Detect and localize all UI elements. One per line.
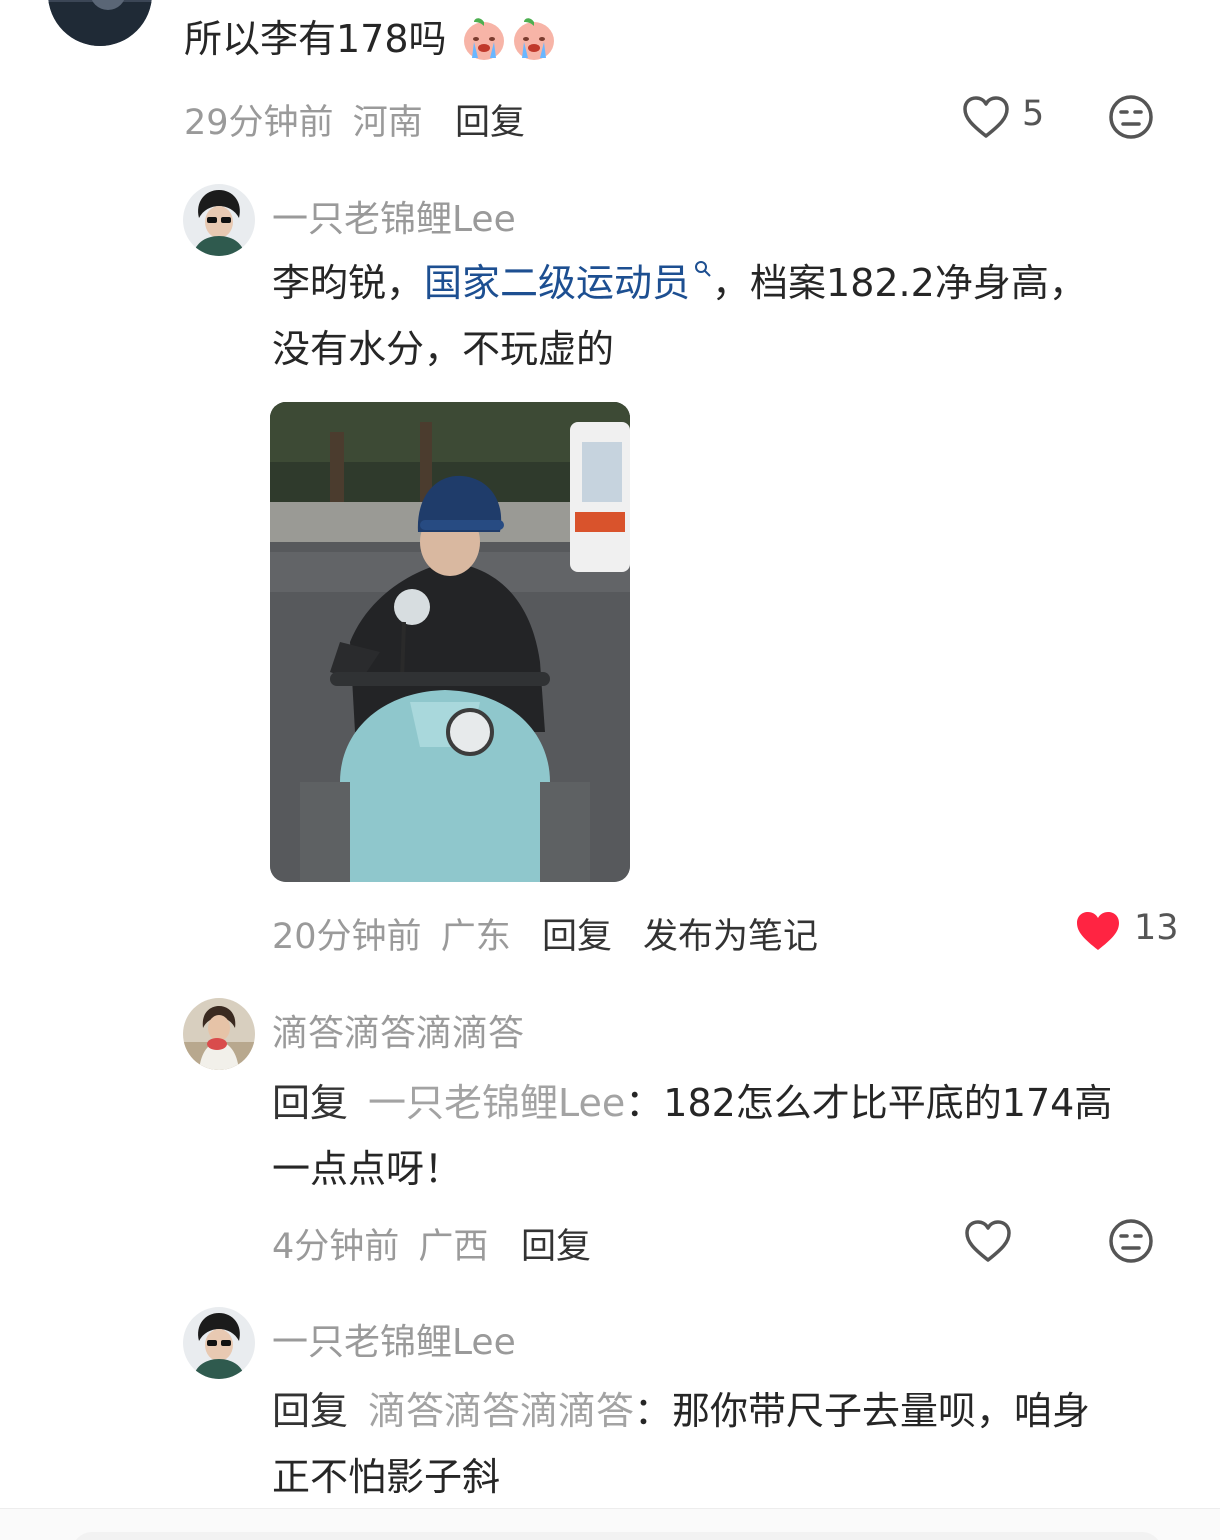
dislike-face-icon[interactable] [1108,94,1154,140]
scooter-photo[interactable] [270,402,630,882]
comment-time: 20分钟前 [272,917,422,957]
reply2-text: 回复 一只老锦鲤Lee：182怎么才比平底的174高 [272,1081,1113,1125]
reply2-avatar[interactable] [183,998,255,1070]
comment-thread: 所以李有178吗 29分钟前 河南 回复 5 一只老锦鲤Lee 李昀锐，国家二级… [0,0,1220,1540]
reply1-avatar[interactable] [183,184,255,256]
publish-as-note-button[interactable]: 发布为笔记 [643,908,818,959]
reply2-username[interactable]: 滴答滴答滴滴答 [272,1004,524,1056]
reply3-text: 回复 滴答滴答滴滴答：那你带尺子去量呗，咱身 [272,1389,1091,1433]
reply1-text: 李昀锐，国家二级运动员 ，档案182.2净身高， [272,261,1087,305]
top-comment-meta: 29分钟前 河南 [184,94,423,145]
reply-button[interactable]: 回复 [455,94,525,145]
search-icon [695,261,711,277]
reply1-text-line2: 没有水分，不玩虚的 [272,327,615,371]
reply2-text-line2: 一点点呀！ [272,1147,463,1191]
crying-peach-emoji-icon [510,14,558,62]
comment-location: 广西 [418,1227,489,1267]
crying-peach-emoji-icon [460,14,508,62]
reply3-text-line2: 正不怕影子斜 [272,1455,501,1499]
like-count: 13 [1134,908,1179,948]
reply-button[interactable]: 回复 [542,908,612,959]
comment-location: 河南 [352,103,423,143]
dislike-face-icon[interactable] [1108,1218,1154,1264]
top-comment-text: 所以李有178吗 [184,17,447,61]
comment-location: 广东 [440,917,511,957]
like-count: 5 [1022,94,1045,134]
comment-time: 4分钟前 [272,1227,400,1267]
reply-target-user[interactable]: 滴答滴答滴滴答 [368,1389,634,1433]
top-commenter-avatar[interactable] [48,0,152,46]
reply-button[interactable]: 回复 [521,1218,591,1269]
heart-filled-icon[interactable] [1074,908,1122,954]
reply-target-user[interactable]: 一只老锦鲤Lee [368,1081,625,1125]
reply3-username[interactable]: 一只老锦鲤Lee [272,1313,516,1365]
reply1-meta: 20分钟前 广东 [272,908,511,959]
search-link[interactable]: 国家二级运动员 [424,261,712,305]
heart-outline-icon[interactable] [964,1218,1012,1264]
heart-outline-icon[interactable] [962,94,1010,140]
reply2-meta: 4分钟前 广西 [272,1218,488,1269]
comment-input-bar[interactable] [72,1532,1162,1540]
comment-time: 29分钟前 [184,103,334,143]
reply3-avatar[interactable] [183,1307,255,1379]
reply1-username[interactable]: 一只老锦鲤Lee [272,190,516,242]
